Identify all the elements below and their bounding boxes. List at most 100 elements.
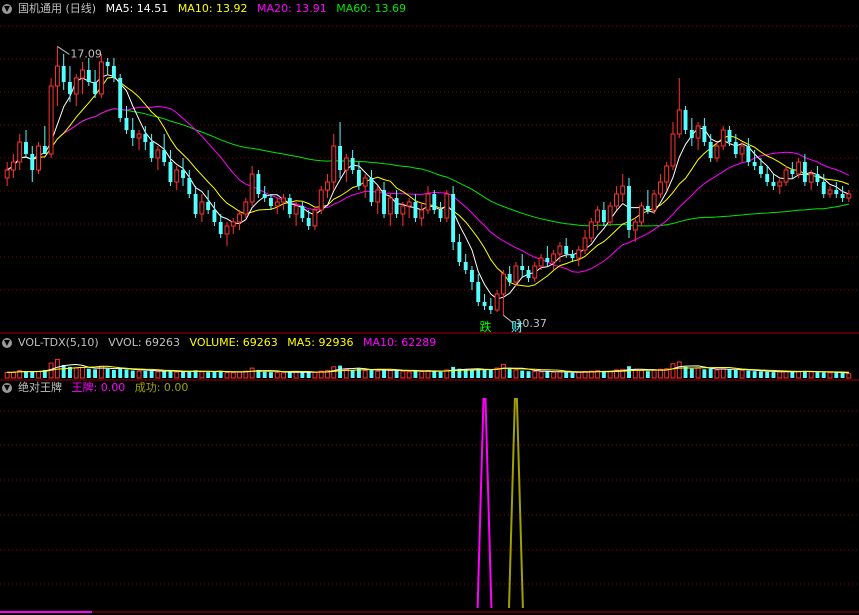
candle-body bbox=[249, 173, 255, 203]
candlestick bbox=[695, 122, 701, 150]
volume-bar bbox=[651, 369, 657, 379]
candle-body bbox=[400, 205, 406, 215]
ma10-label: MA10: 13.92 bbox=[177, 2, 248, 15]
candle-body bbox=[224, 225, 230, 235]
candle-body bbox=[300, 206, 305, 218]
volume-bar bbox=[199, 371, 205, 379]
candle-body bbox=[645, 206, 650, 210]
candlestick bbox=[24, 130, 28, 158]
candlestick bbox=[526, 266, 531, 282]
volume-bar bbox=[162, 371, 167, 378]
indicator-gridlines bbox=[0, 410, 859, 585]
volume-bar bbox=[143, 370, 148, 378]
candle-body bbox=[657, 181, 663, 195]
volume-bar bbox=[269, 372, 273, 378]
volume-bar bbox=[601, 371, 606, 378]
volume-bar bbox=[338, 365, 343, 378]
candlestick bbox=[331, 134, 337, 190]
candle-body bbox=[627, 186, 631, 230]
candle-body bbox=[639, 205, 645, 223]
candlestick bbox=[387, 194, 393, 226]
candle-body bbox=[840, 194, 845, 198]
candlestick bbox=[287, 194, 292, 218]
candle-body bbox=[118, 78, 123, 118]
candlestick bbox=[230, 218, 236, 234]
candle-body bbox=[130, 130, 135, 138]
volume-panel-header: ▼ VOL-TDX(5,10) VVOL: 69263 VOLUME: 69263… bbox=[2, 336, 442, 350]
volume-bar bbox=[632, 369, 638, 379]
candle-body bbox=[702, 126, 707, 142]
candlestick bbox=[312, 206, 318, 230]
volume-bar bbox=[394, 370, 399, 378]
volume-bar-series[interactable] bbox=[4, 358, 852, 379]
candlestick bbox=[500, 270, 506, 316]
candlestick bbox=[155, 146, 161, 170]
candle-body bbox=[68, 82, 72, 94]
candlestick bbox=[670, 122, 676, 170]
volume-bar bbox=[482, 369, 487, 378]
candlestick-series[interactable] bbox=[4, 46, 852, 316]
volume-bar bbox=[783, 370, 789, 379]
candle-body bbox=[683, 110, 688, 130]
candlestick bbox=[451, 186, 456, 250]
candle-body bbox=[507, 274, 512, 282]
volume-bar bbox=[834, 372, 839, 378]
volume-bar bbox=[607, 370, 613, 379]
volume-bar bbox=[432, 371, 437, 378]
candle-body bbox=[670, 133, 676, 167]
candlestick bbox=[338, 122, 343, 178]
volume-bar bbox=[73, 367, 79, 379]
volume-bar bbox=[306, 371, 311, 378]
volume-bar bbox=[551, 371, 557, 379]
candle-body bbox=[136, 133, 142, 139]
candlestick bbox=[375, 186, 381, 214]
candlestick bbox=[601, 202, 606, 226]
candlestick bbox=[98, 54, 104, 98]
candlestick bbox=[720, 126, 726, 150]
volume-bar bbox=[513, 369, 519, 379]
circle-caret-down-icon[interactable]: ▼ bbox=[2, 383, 12, 393]
volume-bar bbox=[300, 372, 305, 378]
ma60-label: MA60: 13.69 bbox=[336, 2, 406, 15]
volume-bar bbox=[174, 371, 180, 379]
volume-bar bbox=[293, 371, 299, 379]
candle-body bbox=[771, 182, 776, 186]
candlestick bbox=[54, 46, 60, 106]
candlestick bbox=[130, 118, 135, 146]
candle-body bbox=[17, 141, 23, 163]
volume-bar bbox=[576, 371, 582, 379]
candlestick bbox=[224, 222, 230, 246]
volume-label: VOLUME: 69263 bbox=[189, 336, 278, 349]
candlestick bbox=[249, 166, 255, 206]
candle-body bbox=[369, 178, 374, 202]
candlestick bbox=[613, 186, 619, 210]
candle-body bbox=[168, 162, 173, 182]
candlestick bbox=[237, 210, 243, 230]
candle-body bbox=[162, 150, 167, 162]
stock-chart-canvas[interactable]: 17.0910.37跌财 bbox=[0, 0, 859, 615]
candlestick bbox=[243, 198, 249, 218]
candlestick bbox=[551, 250, 557, 270]
candle-body bbox=[708, 142, 713, 158]
candlestick bbox=[419, 202, 425, 226]
candle-body bbox=[293, 205, 299, 215]
wangpai-label: 王牌: 0.00 bbox=[71, 381, 126, 394]
candle-body bbox=[821, 182, 826, 194]
circle-caret-down-icon[interactable]: ▼ bbox=[2, 4, 12, 14]
candlestick bbox=[300, 202, 305, 222]
candle-body bbox=[312, 209, 318, 227]
candle-body bbox=[306, 218, 311, 226]
volume-bar bbox=[720, 368, 726, 379]
circle-caret-down-icon[interactable]: ▼ bbox=[2, 338, 12, 348]
candlestick bbox=[262, 186, 267, 202]
candle-body bbox=[174, 169, 180, 183]
candle-body bbox=[720, 129, 726, 147]
volume-bar bbox=[727, 369, 732, 378]
candlestick bbox=[206, 190, 211, 214]
candlestick bbox=[702, 118, 707, 146]
volume-bar bbox=[387, 370, 393, 379]
candlestick bbox=[382, 182, 386, 218]
candle-body bbox=[419, 209, 425, 219]
candlestick bbox=[840, 186, 845, 202]
candlestick bbox=[520, 254, 525, 278]
